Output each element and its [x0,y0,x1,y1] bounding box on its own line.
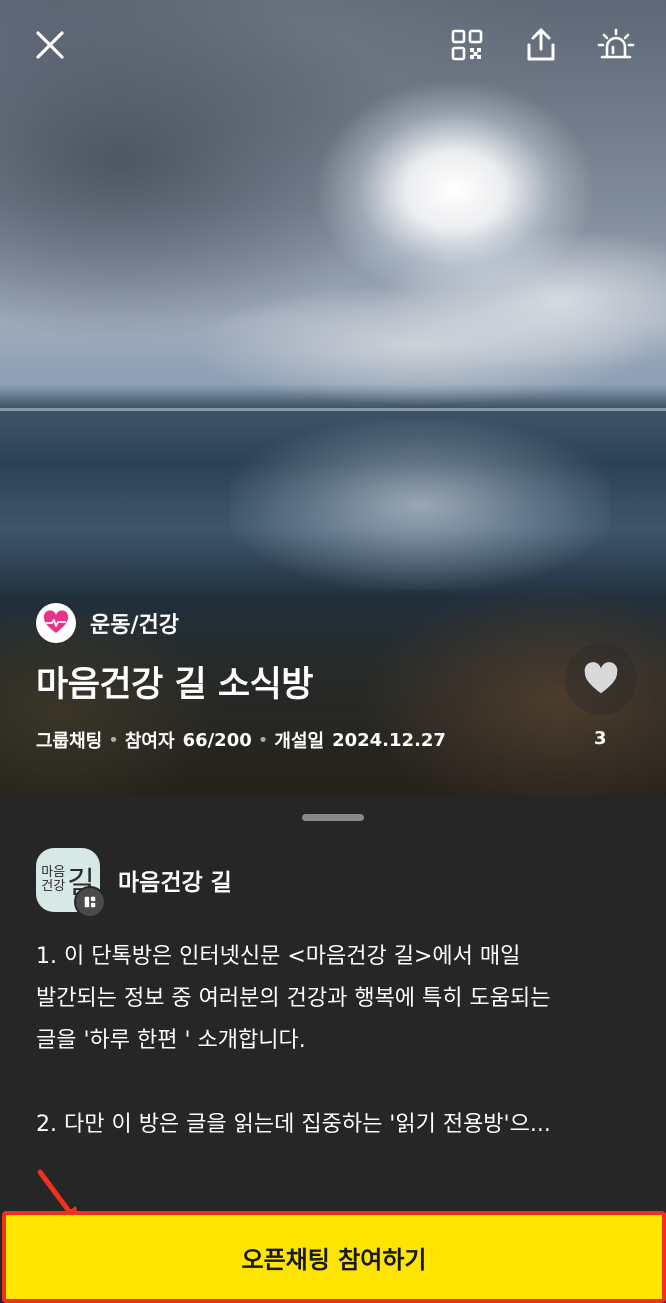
drag-handle[interactable] [302,814,364,821]
host-avatar-logo: 마음 건강 [41,866,65,894]
host-profile-icon [74,886,106,918]
separator-dot: • [257,729,269,751]
room-description: 1. 이 단톡방은 인터넷신문 <마음건강 길>에서 매일 발간되는 정보 중 … [36,944,551,1137]
siren-icon[interactable] [591,20,641,70]
separator-dot: • [108,729,119,751]
host-avatar[interactable]: 마음 건강 길 [36,848,106,918]
avatar-text-line1: 마음 [41,865,66,880]
opened-value: 2024.12.27 [332,729,446,751]
opened-label: 개설일 [274,731,325,752]
like-count: 3 [594,728,607,749]
category-row: 운동/건강 [36,603,179,643]
join-open-chat-button[interactable]: 오픈채팅 참여하기 [2,1211,666,1303]
room-title: 마음건강 길 소식방 [36,665,313,705]
heart-icon [584,662,618,694]
close-icon[interactable] [25,20,75,70]
category-label: 운동/건강 [90,613,179,638]
qr-code-icon[interactable] [442,20,492,70]
share-icon[interactable] [516,20,566,70]
horizon-line [0,408,666,411]
room-meta: 그룹채팅 • 참여자 66/200 • 개설일 2024.12.27 [36,727,446,753]
participants-value: 66/200 [182,729,252,751]
participants-label: 참여자 [124,731,175,752]
avatar-text-line2: 건강 [41,879,66,894]
chat-type: 그룹채팅 [36,731,103,752]
like-button[interactable] [565,643,637,715]
heart-pulse-icon [36,603,76,643]
host-row: 마음 건강 길 마음건강 길 [36,848,232,918]
host-name[interactable]: 마음건강 길 [118,863,232,897]
